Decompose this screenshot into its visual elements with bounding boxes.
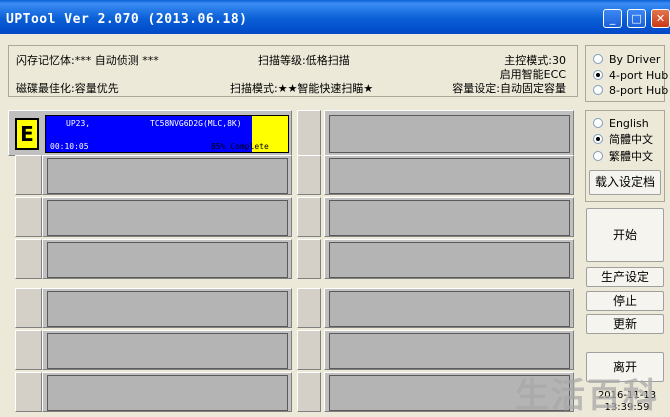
maximize-button[interactable]: □ (627, 9, 646, 28)
watermark: 生活百科 (515, 376, 659, 416)
port-progress-empty (47, 242, 288, 278)
scan-mode-info: 扫描模式:★★智能快速扫瞄★ (230, 82, 374, 95)
scan-level-info: 扫描等级:低格扫描 (258, 54, 350, 67)
radio-checked-icon[interactable] (593, 134, 603, 144)
port-progress-empty (47, 158, 288, 194)
close-button[interactable]: ✕ (651, 9, 670, 28)
port-tab[interactable] (15, 155, 42, 195)
radio-icon[interactable] (593, 151, 603, 161)
language-option-label: 繁體中文 (609, 150, 653, 163)
hub-option-8-port[interactable]: 8-port Hub (593, 83, 668, 97)
language-option-traditional[interactable]: 繁體中文 (593, 149, 653, 163)
minimize-button[interactable]: _ (603, 9, 622, 28)
port-progress-empty (329, 291, 570, 327)
load-settings-button[interactable]: 载入设定档 (589, 170, 661, 195)
port-tab[interactable] (15, 239, 42, 279)
port-tab[interactable] (15, 372, 42, 412)
port-progress-empty (329, 333, 570, 369)
port-tab[interactable] (297, 197, 321, 237)
language-option-label: English (609, 116, 649, 130)
window-title: UPTool Ver 2.070 (2013.06.18) (6, 12, 248, 27)
port-progress-empty (47, 333, 288, 369)
hub-option-4-port[interactable]: 4-port Hub (593, 68, 668, 82)
port-tab[interactable] (297, 239, 321, 279)
drive-letter-badge: E (15, 118, 39, 150)
progress-status: 85% Complete (211, 142, 269, 151)
elapsed-time: 00:10:05 (50, 142, 89, 151)
production-settings-button[interactable]: 生产设定 (586, 267, 664, 287)
port-tab[interactable] (297, 288, 321, 328)
update-button[interactable]: 更新 (586, 314, 664, 334)
port-progress-empty (47, 200, 288, 236)
port-tab[interactable] (297, 330, 321, 370)
radio-icon[interactable] (593, 118, 603, 128)
port-progress-empty (47, 291, 288, 327)
chip-model: TC58NVG6D2G(MLC,8K) (150, 119, 242, 128)
stop-button[interactable]: 停止 (586, 291, 664, 311)
title-bar: UPTool Ver 2.070 (2013.06.18) _ □ ✕ (0, 0, 670, 34)
radio-checked-icon[interactable] (593, 70, 603, 80)
port-progress-empty (47, 375, 288, 411)
disk-optimize-info: 磁碟最佳化:容量优先 (16, 82, 119, 95)
language-option-simplified[interactable]: 简體中文 (593, 132, 653, 146)
port-tab[interactable] (297, 110, 321, 156)
hub-option-label: 8-port Hub (609, 83, 669, 97)
port-id: UP23, (66, 119, 91, 128)
hub-option-label: 4-port Hub (609, 68, 669, 82)
capacity-setting-info: 容量设定:自动固定容量 (452, 82, 566, 95)
port-progress-empty (329, 200, 570, 236)
port-tab[interactable] (297, 372, 321, 412)
language-options-panel: English 简體中文 繁體中文 载入设定档 (585, 110, 665, 202)
port-tab[interactable] (15, 197, 42, 237)
hub-option-by-driver[interactable]: By Driver (593, 52, 660, 66)
language-option-english[interactable]: English (593, 116, 649, 130)
port-tab[interactable] (297, 155, 321, 195)
port-tab[interactable] (15, 330, 42, 370)
port-progress-empty (329, 115, 570, 153)
radio-icon[interactable] (593, 54, 603, 64)
flash-memory-info: 闪存记忆体:*** 自动侦测 *** (16, 54, 159, 67)
port-progress-active: UP23, TC58NVG6D2G(MLC,8K) 00:10:05 85% C… (45, 115, 289, 153)
hub-option-label: By Driver (609, 52, 661, 66)
port-progress-empty (329, 242, 570, 278)
port-progress-empty (329, 158, 570, 194)
port-tab[interactable] (15, 288, 42, 328)
hub-options-panel: By Driver 4-port Hub 8-port Hub (585, 45, 668, 102)
language-option-label: 简體中文 (609, 133, 653, 146)
start-button[interactable]: 开始 (586, 208, 664, 262)
radio-icon[interactable] (593, 85, 603, 95)
